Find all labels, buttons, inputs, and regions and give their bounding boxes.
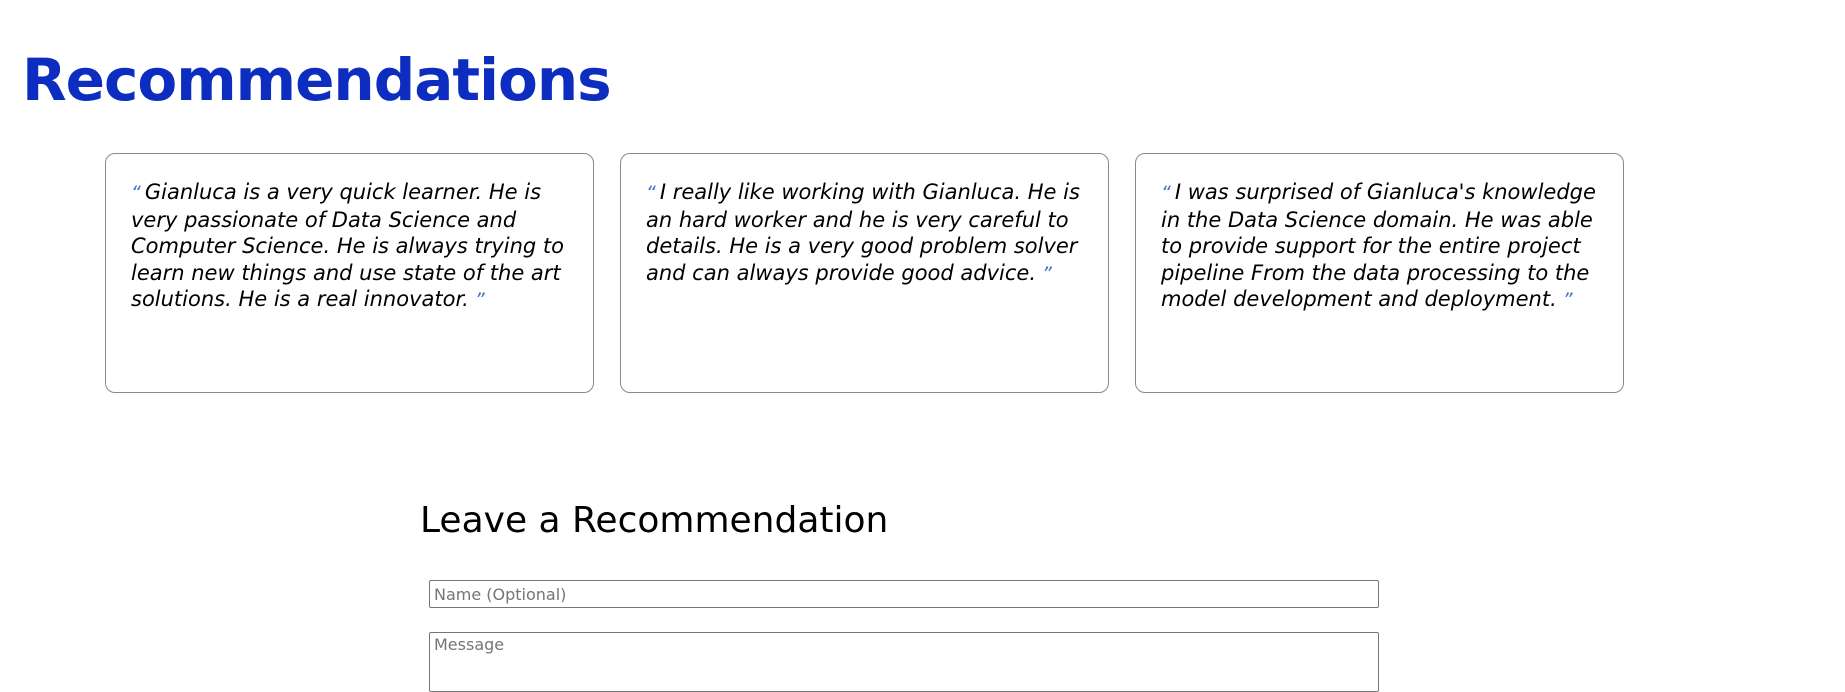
recommendation-text: I really like working with Gianluca. He … — [646, 180, 1080, 285]
name-input[interactable] — [429, 580, 1379, 608]
recommendation-card: “I was surprised of Gianluca's knowledge… — [1135, 153, 1624, 393]
recommendations-list: “Gianluca is a very quick learner. He is… — [105, 153, 1624, 393]
form-heading: Leave a Recommendation — [420, 500, 889, 541]
close-quote-icon: ” — [1042, 262, 1052, 285]
close-quote-icon: ” — [1562, 289, 1573, 311]
open-quote-icon: “ — [131, 182, 141, 204]
recommendation-quote: “I was surprised of Gianluca's knowledge… — [1161, 179, 1599, 314]
page-title: Recommendations — [22, 46, 612, 114]
recommendation-text: Gianluca is a very quick learner. He is … — [131, 180, 564, 311]
recommendation-quote: “Gianluca is a very quick learner. He is… — [131, 179, 569, 314]
recommendation-text: I was surprised of Gianluca's knowledge … — [1161, 180, 1596, 311]
open-quote-icon: “ — [646, 182, 656, 204]
recommendation-card: “Gianluca is a very quick learner. He is… — [105, 153, 594, 393]
recommendation-form: Leave a Recommendation — [420, 495, 1380, 692]
message-input[interactable] — [429, 632, 1379, 692]
close-quote-icon: ” — [474, 289, 485, 311]
open-quote-icon: “ — [1161, 182, 1171, 204]
recommendation-quote: “I really like working with Gianluca. He… — [646, 179, 1084, 287]
recommendation-card: “I really like working with Gianluca. He… — [620, 153, 1109, 393]
